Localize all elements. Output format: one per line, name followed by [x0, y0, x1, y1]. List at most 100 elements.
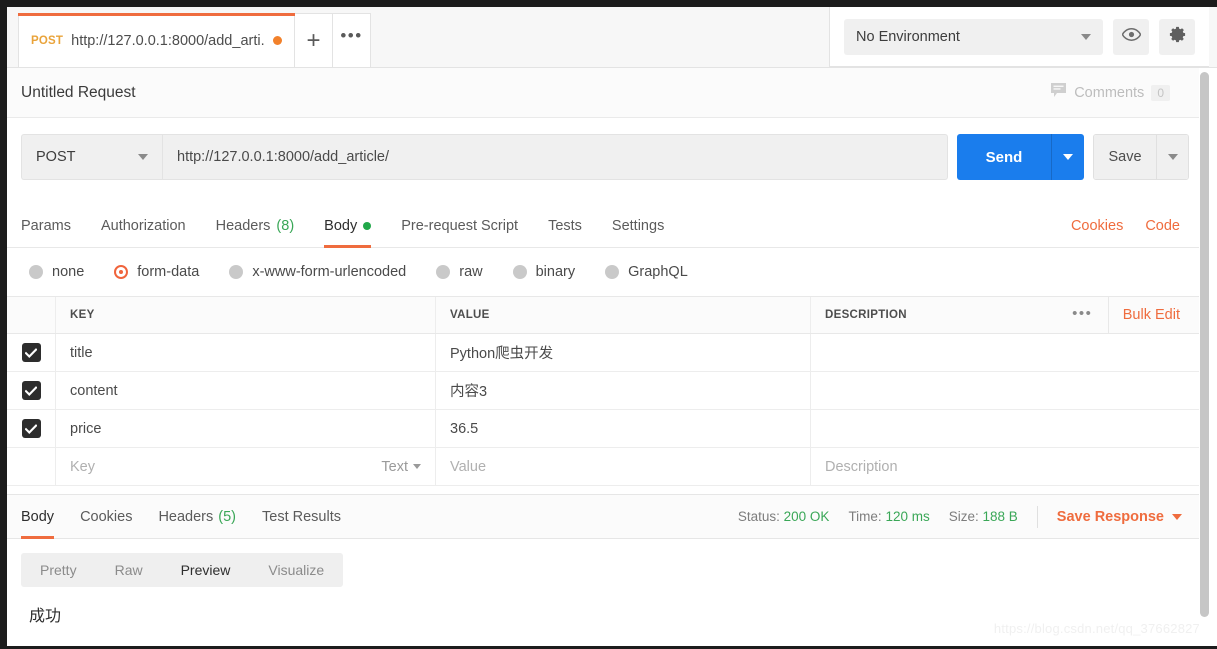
http-method-selector[interactable]: POST [21, 134, 162, 180]
tab-options-button[interactable]: ••• [333, 13, 371, 67]
tab-body[interactable]: Body [324, 204, 372, 248]
body-has-content-dot-icon [363, 221, 372, 230]
request-section-tabs: Params Authorization Headers (8) Body Pr… [7, 204, 1210, 248]
tab-params-label: Params [21, 217, 71, 234]
body-type-binary[interactable]: binary [512, 264, 575, 280]
comments-button[interactable]: Comments 0 [1050, 82, 1196, 103]
body-type-urlencoded[interactable]: x-www-form-urlencoded [229, 264, 406, 280]
row-value-text: 36.5 [450, 420, 479, 437]
table-row-empty[interactable]: Key Text Value Description [7, 448, 1210, 486]
new-value-input[interactable]: Value [436, 448, 811, 485]
response-tab-body-label: Body [21, 508, 55, 525]
save-button[interactable]: Save [1094, 135, 1156, 179]
row-description-cell[interactable] [811, 410, 1210, 447]
row-description-cell[interactable] [811, 334, 1210, 371]
save-button-group: Save [1093, 134, 1189, 180]
response-tab-test-results[interactable]: Test Results [262, 494, 341, 539]
send-button[interactable]: Send [957, 134, 1051, 180]
tab-pre-request-script[interactable]: Pre-request Script [401, 204, 518, 248]
environment-quick-look-button[interactable] [1113, 18, 1149, 55]
table-row[interactable]: title Python爬虫开发 [7, 334, 1210, 372]
body-type-form-data-label: form-data [137, 264, 200, 280]
chevron-down-icon [1167, 154, 1178, 160]
response-tab-headers-count: (5) [218, 508, 236, 525]
bulk-edit-link[interactable]: Bulk Edit [1109, 307, 1196, 323]
size-metric: Size: 188 B [949, 509, 1018, 524]
row-checkbox-checked[interactable] [21, 381, 41, 400]
request-tabs-links: Cookies Code [1071, 218, 1196, 234]
table-header-tools: ••• Bulk Edit [1057, 297, 1196, 333]
body-type-raw-label: raw [459, 264, 483, 280]
row-value-cell[interactable]: 36.5 [436, 410, 811, 447]
request-tab-active[interactable]: POST http://127.0.0.1:8000/add_arti... [18, 13, 295, 67]
save-response-button[interactable]: Save Response [1057, 509, 1182, 525]
format-tab-preview[interactable]: Preview [162, 553, 250, 587]
value-type-selector[interactable]: Text [381, 459, 421, 475]
body-type-graphql[interactable]: GraphQL [605, 264, 688, 280]
response-format-tabs: Pretty Raw Preview Visualize [21, 553, 344, 587]
format-tab-raw[interactable]: Raw [96, 553, 162, 587]
url-input[interactable]: http://127.0.0.1:8000/add_article/ [162, 134, 948, 180]
table-row[interactable]: content 内容3 [7, 372, 1210, 410]
format-tab-visualize[interactable]: Visualize [249, 553, 343, 587]
tab-headers-label: Headers [215, 217, 271, 234]
new-key-input[interactable]: Key Text [56, 448, 436, 485]
tab-authorization-label: Authorization [100, 217, 186, 234]
format-tab-pretty[interactable]: Pretty [21, 553, 96, 587]
body-type-none[interactable]: none [29, 264, 84, 280]
meta-divider [1036, 505, 1038, 528]
window-top-edge [0, 0, 1217, 7]
http-method-label: POST [36, 149, 76, 165]
new-value-placeholder: Value [450, 458, 487, 475]
row-description-cell[interactable] [811, 372, 1210, 409]
tab-params[interactable]: Params [21, 204, 71, 248]
size-label: Size: [948, 509, 979, 524]
save-options-button[interactable] [1156, 135, 1188, 179]
row-value-cell[interactable]: Python爬虫开发 [436, 334, 811, 371]
response-tab-cookies-label: Cookies [80, 508, 133, 525]
tab-authorization[interactable]: Authorization [101, 204, 186, 248]
header-key-cell: KEY [56, 297, 436, 333]
tab-tests[interactable]: Tests [548, 204, 582, 248]
body-type-form-data[interactable]: form-data [114, 264, 199, 280]
table-row[interactable]: price 36.5 [7, 410, 1210, 448]
table-options-button[interactable]: ••• [1057, 297, 1109, 333]
table-header-row: KEY VALUE DESCRIPTION ••• Bulk Edit [7, 296, 1210, 334]
body-type-urlencoded-label: x-www-form-urlencoded [252, 264, 407, 280]
column-header-description: DESCRIPTION [825, 309, 907, 321]
new-tab-button[interactable]: + [295, 13, 333, 67]
body-type-raw[interactable]: raw [436, 264, 483, 280]
environment-selector[interactable]: No Environment [844, 18, 1103, 55]
row-key-cell[interactable]: price [56, 410, 436, 447]
settings-button[interactable] [1159, 18, 1195, 55]
row-key-cell[interactable]: content [56, 372, 436, 409]
row-checkbox-checked[interactable] [21, 419, 41, 438]
radio-selected-icon [114, 265, 129, 279]
response-tab-cookies[interactable]: Cookies [80, 494, 132, 539]
row-value-text: 内容3 [450, 384, 488, 400]
tab-settings[interactable]: Settings [612, 204, 664, 248]
response-tab-headers[interactable]: Headers (5) [158, 494, 236, 539]
radio-icon [29, 265, 43, 279]
tab-headers[interactable]: Headers (8) [216, 204, 295, 248]
chevron-down-icon [1081, 33, 1091, 40]
vertical-scrollbar-thumb[interactable] [1200, 72, 1209, 617]
send-options-button[interactable] [1051, 134, 1084, 180]
body-type-graphql-label: GraphQL [628, 264, 688, 280]
row-key-text: price [70, 420, 102, 437]
row-key-text: content [70, 382, 118, 399]
row-key-cell[interactable]: title [56, 334, 436, 371]
radio-icon [229, 265, 244, 279]
row-checkbox-checked[interactable] [21, 343, 41, 362]
size-value: 188 B [982, 509, 1018, 524]
response-tab-body[interactable]: Body [21, 494, 55, 539]
send-button-group: Send [957, 134, 1084, 180]
new-description-input[interactable]: Description [811, 448, 1210, 485]
cookies-link[interactable]: Cookies [1071, 218, 1123, 234]
code-link[interactable]: Code [1145, 218, 1180, 234]
row-value-cell[interactable]: 内容3 [436, 372, 811, 409]
environment-selected-label: No Environment [856, 28, 960, 45]
tab-settings-label: Settings [611, 217, 665, 234]
new-key-placeholder: Key [70, 458, 95, 475]
tab-url-label: http://127.0.0.1:8000/add_arti... [71, 32, 265, 49]
